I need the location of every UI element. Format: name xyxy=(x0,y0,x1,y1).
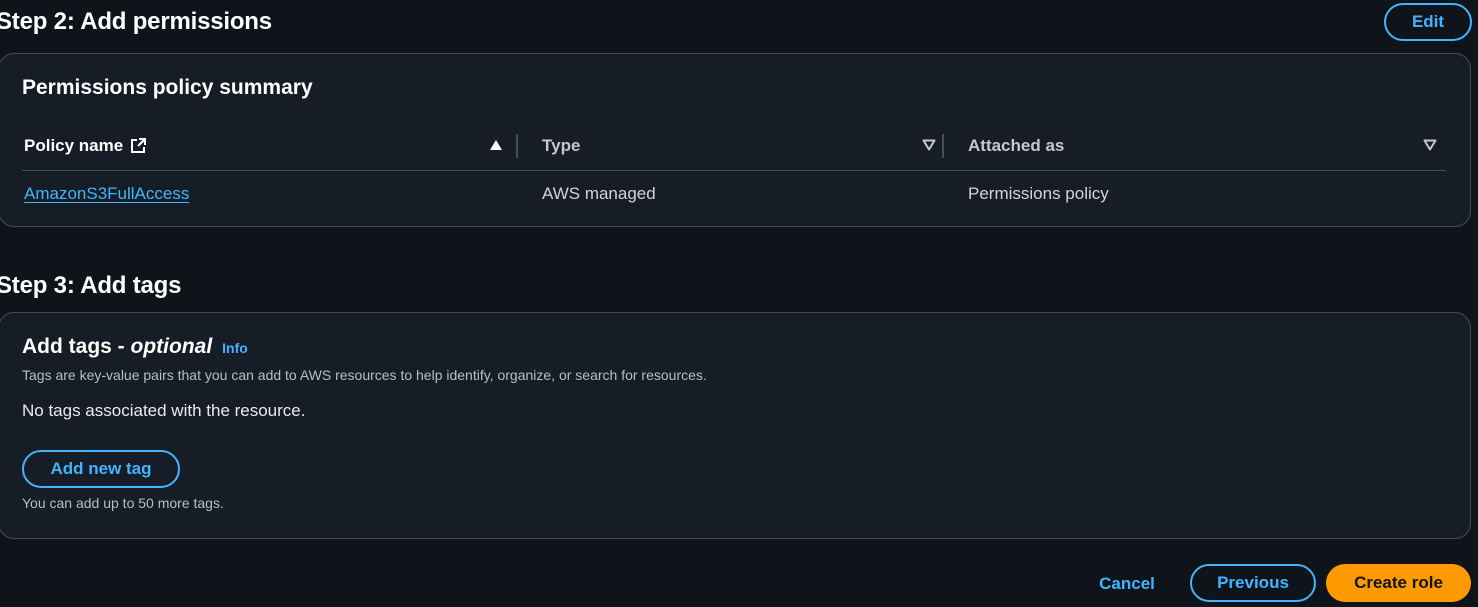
create-role-button[interactable]: Create role xyxy=(1326,564,1471,602)
policy-type-cell: AWS managed xyxy=(542,184,656,203)
policy-name-link[interactable]: AmazonS3FullAccess xyxy=(24,184,189,204)
review-page: Step 2: Add permissions Edit Permissions… xyxy=(0,0,1478,607)
edit-button[interactable]: Edit xyxy=(1384,3,1472,41)
attached-as-cell: Permissions policy xyxy=(968,184,1109,203)
tags-description: Tags are key-value pairs that you can ad… xyxy=(22,367,707,383)
add-new-tag-button[interactable]: Add new tag xyxy=(22,450,180,488)
column-header-policy-name[interactable]: Policy name xyxy=(24,134,504,158)
tags-title-main: Add tags - xyxy=(22,335,131,358)
permissions-summary-container: Permissions policy summary Policy name T… xyxy=(0,53,1471,227)
cancel-button[interactable]: Cancel xyxy=(1092,566,1162,602)
sort-ascending-icon[interactable] xyxy=(488,137,504,153)
step3-heading: Step 3: Add tags xyxy=(0,272,182,299)
tag-limit-hint: You can add up to 50 more tags. xyxy=(22,495,224,511)
tags-container: Add tags - optional Info Tags are key-va… xyxy=(0,312,1471,539)
no-tags-message: No tags associated with the resource. xyxy=(22,401,306,420)
previous-button[interactable]: Previous xyxy=(1190,564,1316,602)
sort-descending-icon[interactable] xyxy=(921,137,937,153)
external-link-icon xyxy=(129,137,147,155)
table-row-divider xyxy=(22,170,1446,171)
sort-descending-icon[interactable] xyxy=(1422,137,1438,153)
column-header-label: Attached as xyxy=(968,136,1065,155)
tags-section-title: Add tags - optional xyxy=(22,335,212,359)
info-link[interactable]: Info xyxy=(222,340,248,356)
column-divider[interactable] xyxy=(516,134,518,158)
permissions-summary-title: Permissions policy summary xyxy=(22,76,313,99)
column-header-label: Policy name xyxy=(24,136,124,155)
tags-title-optional: optional xyxy=(130,335,213,358)
column-header-attached-as[interactable]: Attached as xyxy=(968,134,1438,158)
tags-title-row: Add tags - optional Info xyxy=(22,335,248,359)
column-header-label: Type xyxy=(542,136,581,155)
column-divider[interactable] xyxy=(942,134,944,158)
column-header-type[interactable]: Type xyxy=(542,134,937,158)
step2-heading: Step 2: Add permissions xyxy=(0,8,272,35)
